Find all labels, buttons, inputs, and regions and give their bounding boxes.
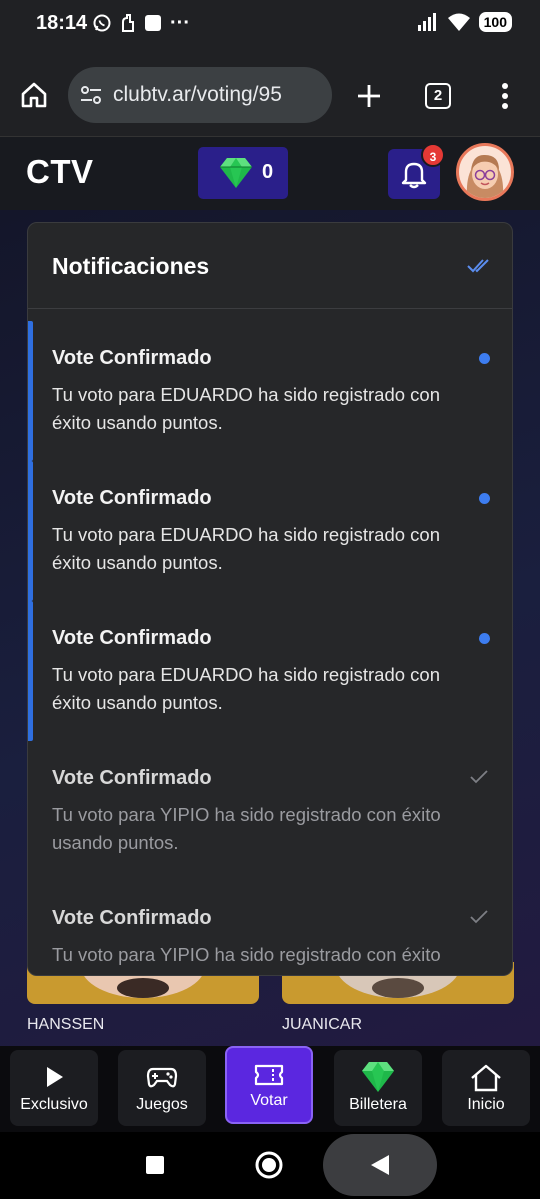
- notification-title: Vote Confirmado: [52, 767, 212, 789]
- candidate-name-right: JUANICAR: [282, 1016, 363, 1033]
- unread-dot-icon: [479, 633, 490, 644]
- notification-item[interactable]: Vote Confirmado Tu voto para YIPIO ha si…: [28, 741, 512, 881]
- notification-body: Tu voto para EDUARDO ha sido registrado …: [52, 524, 440, 573]
- ticket-icon: [254, 1064, 284, 1086]
- system-navigation-bar: [0, 1132, 540, 1199]
- nav-votar[interactable]: Votar: [225, 1046, 313, 1124]
- wifi-icon: [447, 13, 470, 31]
- battery-indicator: 100: [478, 12, 512, 32]
- new-tab-icon[interactable]: [356, 83, 382, 109]
- nav-label: Inicio: [467, 1096, 505, 1113]
- notification-item[interactable]: Vote Confirmado Tu voto para EDUARDO ha …: [28, 601, 512, 741]
- unread-dot-icon: [479, 353, 490, 364]
- notifications-title: Notificaciones: [52, 253, 210, 279]
- points-balance[interactable]: 0: [198, 147, 288, 199]
- address-bar[interactable]: clubtv.ar/voting/95: [68, 67, 332, 123]
- gem-icon: [220, 158, 252, 188]
- avatar[interactable]: [456, 143, 514, 201]
- notification-count-badge: 3: [421, 143, 445, 167]
- gamepad-icon: [146, 1067, 178, 1088]
- mark-all-read-icon[interactable]: [466, 257, 492, 275]
- notification-body: Tu voto para YIPIO ha sido registrado co…: [52, 944, 441, 975]
- home-icon: [471, 1064, 501, 1092]
- tab-switcher-button[interactable]: 2: [425, 83, 451, 109]
- square-app-icon: [145, 15, 161, 31]
- notifications-panel: Notificaciones Vote Confirmado Tu voto p…: [27, 222, 513, 976]
- nav-label: Exclusivo: [20, 1096, 88, 1113]
- nav-exclusivo[interactable]: Exclusivo: [10, 1050, 98, 1126]
- nav-billetera[interactable]: Billetera: [334, 1050, 422, 1126]
- read-check-icon: [470, 910, 488, 924]
- notification-title: Vote Confirmado: [52, 347, 212, 369]
- back-icon: [371, 1155, 389, 1175]
- status-system-icons: 100: [417, 12, 512, 32]
- notification-body: Tu voto para EDUARDO ha sido registrado …: [52, 664, 440, 713]
- screen: 18:14 ··· 100 clubtv.ar/voting/95 2 CTV …: [0, 0, 540, 1199]
- status-notification-icons: ···: [92, 13, 190, 33]
- notification-item[interactable]: Vote Confirmado Tu voto para EDUARDO ha …: [28, 461, 512, 601]
- play-icon: [47, 1067, 63, 1087]
- home-icon[interactable]: [20, 81, 48, 109]
- notification-body: Tu voto para EDUARDO ha sido registrado …: [52, 384, 440, 433]
- status-time: 18:14: [36, 12, 88, 34]
- notification-title: Vote Confirmado: [52, 907, 212, 929]
- whatsapp-icon: [93, 14, 111, 32]
- browser-toolbar: clubtv.ar/voting/95 2: [0, 48, 540, 136]
- nav-label: Votar: [250, 1092, 288, 1109]
- candidate-name-left: HANSSEN: [27, 1016, 105, 1033]
- notification-body: Tu voto para YIPIO ha sido registrado co…: [52, 804, 441, 853]
- recent-apps-icon[interactable]: [145, 1155, 165, 1175]
- notifications-header: Notificaciones: [28, 223, 512, 309]
- signal-icon: [417, 13, 436, 31]
- avatar-icon: [466, 154, 504, 198]
- status-bar: 18:14 ··· 100: [0, 0, 540, 48]
- back-button[interactable]: [323, 1134, 437, 1196]
- site-settings-icon[interactable]: [80, 85, 102, 105]
- home-button-icon[interactable]: [254, 1150, 284, 1180]
- url-text: clubtv.ar/voting/95: [113, 83, 282, 106]
- browser-menu-icon[interactable]: [500, 82, 510, 110]
- app-notification-icon: [122, 14, 134, 32]
- notification-title: Vote Confirmado: [52, 487, 212, 509]
- bottom-nav: Exclusivo Juegos Votar Billetera Inicio: [0, 1046, 540, 1132]
- notification-title: Vote Confirmado: [52, 627, 212, 649]
- notification-item[interactable]: Vote Confirmado Tu voto para YIPIO ha si…: [28, 881, 512, 975]
- app-header: CTV 0 3: [0, 136, 540, 210]
- unread-dot-icon: [479, 493, 490, 504]
- app-logo[interactable]: CTV: [26, 153, 94, 191]
- nav-juegos[interactable]: Juegos: [118, 1050, 206, 1126]
- read-check-icon: [470, 770, 488, 784]
- nav-inicio[interactable]: Inicio: [442, 1050, 530, 1126]
- points-value: 0: [262, 161, 274, 183]
- more-notifications-icon: ···: [170, 12, 190, 34]
- nav-label: Billetera: [349, 1096, 407, 1113]
- nav-label: Juegos: [136, 1096, 188, 1113]
- notification-item[interactable]: Vote Confirmado Tu voto para EDUARDO ha …: [28, 321, 512, 461]
- gem-icon: [362, 1062, 394, 1092]
